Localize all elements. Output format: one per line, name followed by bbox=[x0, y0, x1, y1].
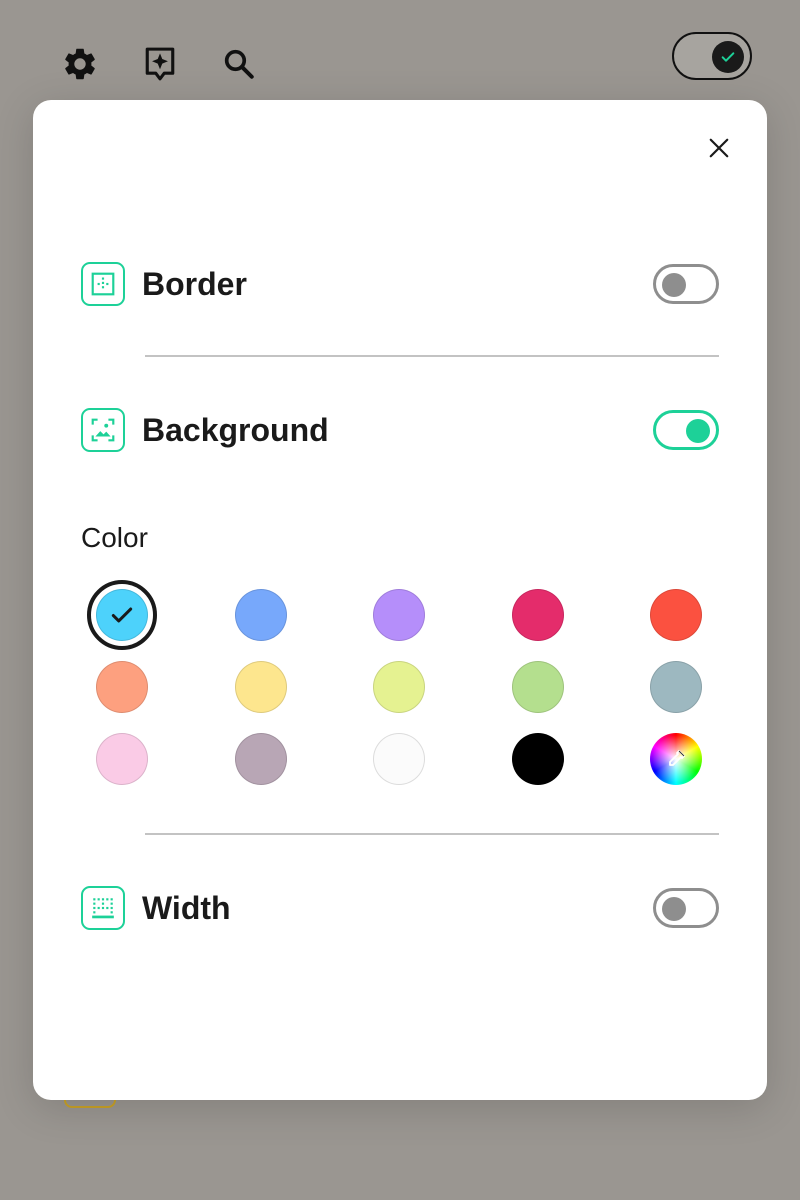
color-swatch-yellow[interactable] bbox=[226, 652, 296, 722]
border-label: Border bbox=[142, 265, 247, 302]
color-swatch-purple[interactable] bbox=[364, 580, 434, 650]
swatch-fill bbox=[650, 733, 702, 785]
swatch-fill bbox=[234, 589, 287, 641]
border-row: Border bbox=[81, 262, 719, 306]
check-icon bbox=[712, 41, 744, 73]
width-toggle[interactable] bbox=[653, 888, 719, 928]
style-settings-modal: Border Background Color Width bbox=[33, 100, 767, 1100]
color-swatch-mauve[interactable] bbox=[226, 724, 296, 794]
color-swatch-green[interactable] bbox=[503, 652, 573, 722]
swatch-fill bbox=[234, 661, 287, 713]
color-swatch-pink[interactable] bbox=[87, 724, 157, 794]
gear-icon[interactable] bbox=[60, 42, 100, 86]
color-swatch-lime[interactable] bbox=[364, 652, 434, 722]
border-icon bbox=[81, 262, 125, 306]
swatch-fill bbox=[234, 733, 287, 785]
swatch-fill bbox=[511, 589, 564, 641]
color-swatch-sky-blue[interactable] bbox=[87, 580, 157, 650]
background-label: Background bbox=[142, 411, 329, 448]
swatch-fill bbox=[511, 733, 564, 785]
color-swatch-grid bbox=[87, 580, 717, 794]
width-row: Width bbox=[81, 886, 719, 930]
color-swatch-magenta[interactable] bbox=[503, 580, 573, 650]
swatch-fill bbox=[650, 589, 702, 641]
color-swatch-slate[interactable] bbox=[641, 652, 711, 722]
check-icon bbox=[111, 607, 133, 623]
color-swatch-blue[interactable] bbox=[226, 580, 296, 650]
swatch-fill bbox=[650, 661, 702, 713]
color-swatch-custom-picker[interactable] bbox=[641, 724, 711, 794]
divider bbox=[145, 833, 719, 835]
border-toggle[interactable] bbox=[653, 264, 719, 304]
background-row: Background bbox=[81, 408, 719, 452]
swatch-fill bbox=[96, 589, 148, 641]
color-heading: Color bbox=[81, 522, 148, 553]
ai-sparkle-icon[interactable] bbox=[140, 42, 180, 86]
swatch-fill bbox=[373, 661, 425, 713]
width-label: Width bbox=[142, 889, 231, 926]
close-icon[interactable] bbox=[703, 132, 735, 164]
background-toggle[interactable] bbox=[653, 410, 719, 450]
color-swatch-white[interactable] bbox=[364, 724, 434, 794]
search-icon[interactable] bbox=[219, 42, 259, 86]
swatch-fill bbox=[96, 733, 148, 785]
color-swatch-red[interactable] bbox=[641, 580, 711, 650]
swatch-fill bbox=[96, 661, 148, 713]
divider bbox=[145, 355, 719, 357]
width-icon bbox=[81, 886, 125, 930]
swatch-fill bbox=[373, 733, 425, 785]
theme-toggle[interactable] bbox=[672, 32, 752, 80]
swatch-fill bbox=[511, 661, 564, 713]
eyedropper-icon bbox=[669, 750, 685, 766]
swatch-fill bbox=[373, 589, 425, 641]
color-swatch-black[interactable] bbox=[503, 724, 573, 794]
color-swatch-orange[interactable] bbox=[87, 652, 157, 722]
background-image-icon bbox=[81, 408, 125, 452]
